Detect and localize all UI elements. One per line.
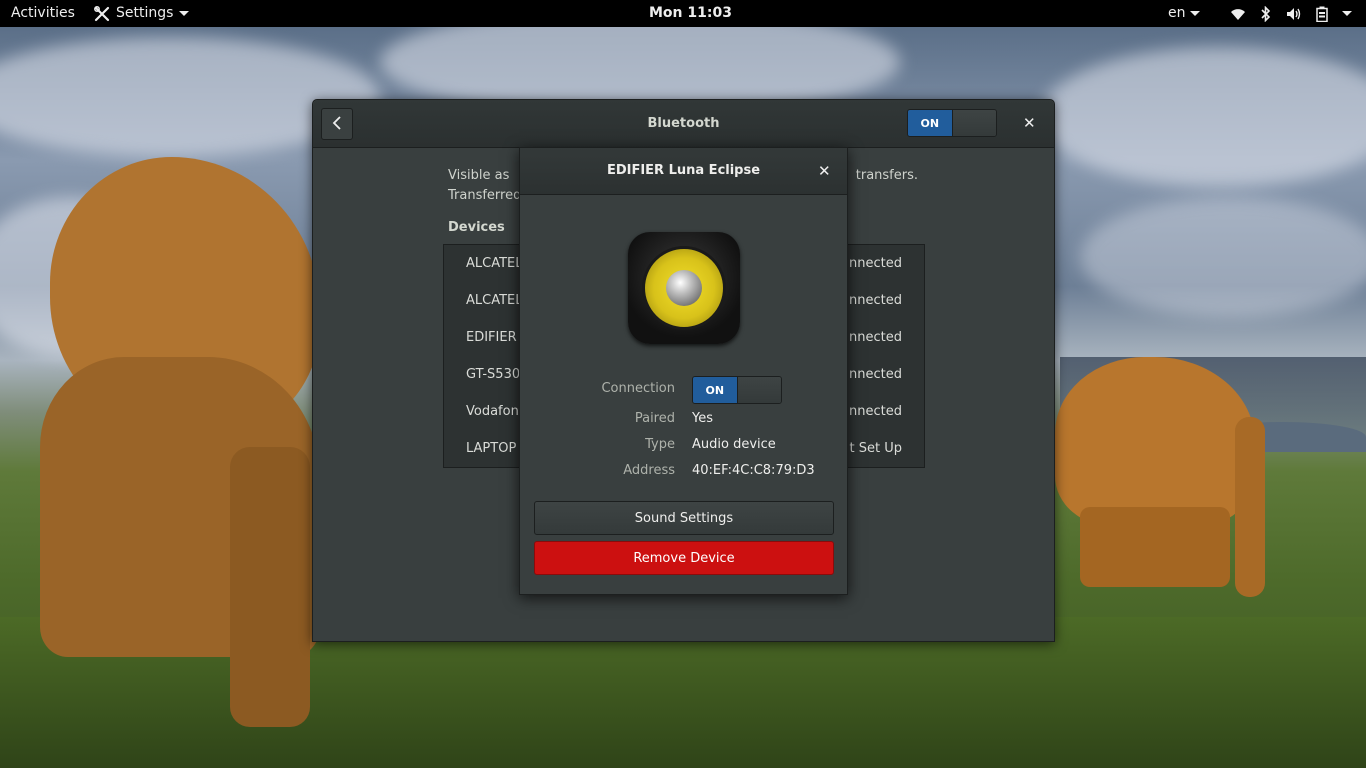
connection-label: Connection [601,381,675,396]
device-name: LAPTOP [466,441,517,456]
device-status: nnected [849,293,902,308]
switch-on-label: ON [693,377,737,403]
device-name: ALCATEL [466,293,523,308]
close-icon: ✕ [1023,114,1036,132]
device-status: nnected [849,256,902,271]
visibility-text-end: transfers. [855,168,918,183]
device-name: ALCATEL [466,256,523,271]
top-bar: Activities Settings Mon 11:03 en [0,0,1366,27]
language-label: en [1168,5,1186,21]
back-button[interactable] [321,108,353,140]
visibility-text-start: Visible as [448,168,510,183]
device-status: nnected [849,404,902,419]
system-status-area[interactable] [1230,0,1352,27]
switch-knob [736,377,781,403]
remove-device-button[interactable]: Remove Device [534,541,834,575]
chevron-down-icon [1189,11,1200,16]
paired-value: Yes [692,411,713,426]
language-menu[interactable]: en [1168,0,1200,27]
close-icon: ✕ [818,162,831,180]
wrench-screwdriver-icon [94,5,110,22]
type-label: Type [645,437,675,452]
devices-heading: Devices [448,220,505,235]
window-header: Bluetooth ON ✕ [313,100,1054,148]
device-status: nnected [849,367,902,382]
connection-switch[interactable]: ON [692,376,782,404]
close-dialog-button[interactable]: ✕ [818,162,831,180]
type-value: Audio device [692,437,776,452]
bluetooth-power-switch[interactable]: ON [907,109,997,137]
app-menu-label: Settings [116,5,174,21]
chevron-left-icon [332,114,342,135]
speaker-icon [628,232,740,344]
paired-label: Paired [634,411,675,426]
chevron-down-icon [179,11,190,16]
device-name: GT-S530 [466,367,521,382]
dialog-title: EDIFIER Luna Eclipse [606,163,761,178]
address-label: Address [623,463,675,478]
battery-icon [1314,6,1330,22]
dialog-header: EDIFIER Luna Eclipse ✕ [520,148,847,195]
wifi-icon [1230,6,1246,22]
bluetooth-icon [1258,5,1274,22]
device-status: t Set Up [849,441,902,456]
address-value: 40:EF:4C:C8:79:D3 [692,463,815,478]
device-name: Vodafon [466,404,519,419]
chevron-down-icon [1342,11,1352,16]
volume-icon [1286,6,1302,22]
device-name: EDIFIER [466,330,517,345]
app-menu-button[interactable]: Settings [94,0,190,27]
clock[interactable]: Mon 11:03 [649,0,732,27]
sound-settings-button[interactable]: Sound Settings [534,501,834,535]
device-status: nnected [849,330,902,345]
close-window-button[interactable]: ✕ [1023,114,1036,132]
switch-knob [951,110,996,136]
device-details-dialog: EDIFIER Luna Eclipse ✕ Connection ON Pai… [519,147,848,595]
activities-button[interactable]: Activities [11,0,75,27]
switch-on-label: ON [908,110,952,136]
